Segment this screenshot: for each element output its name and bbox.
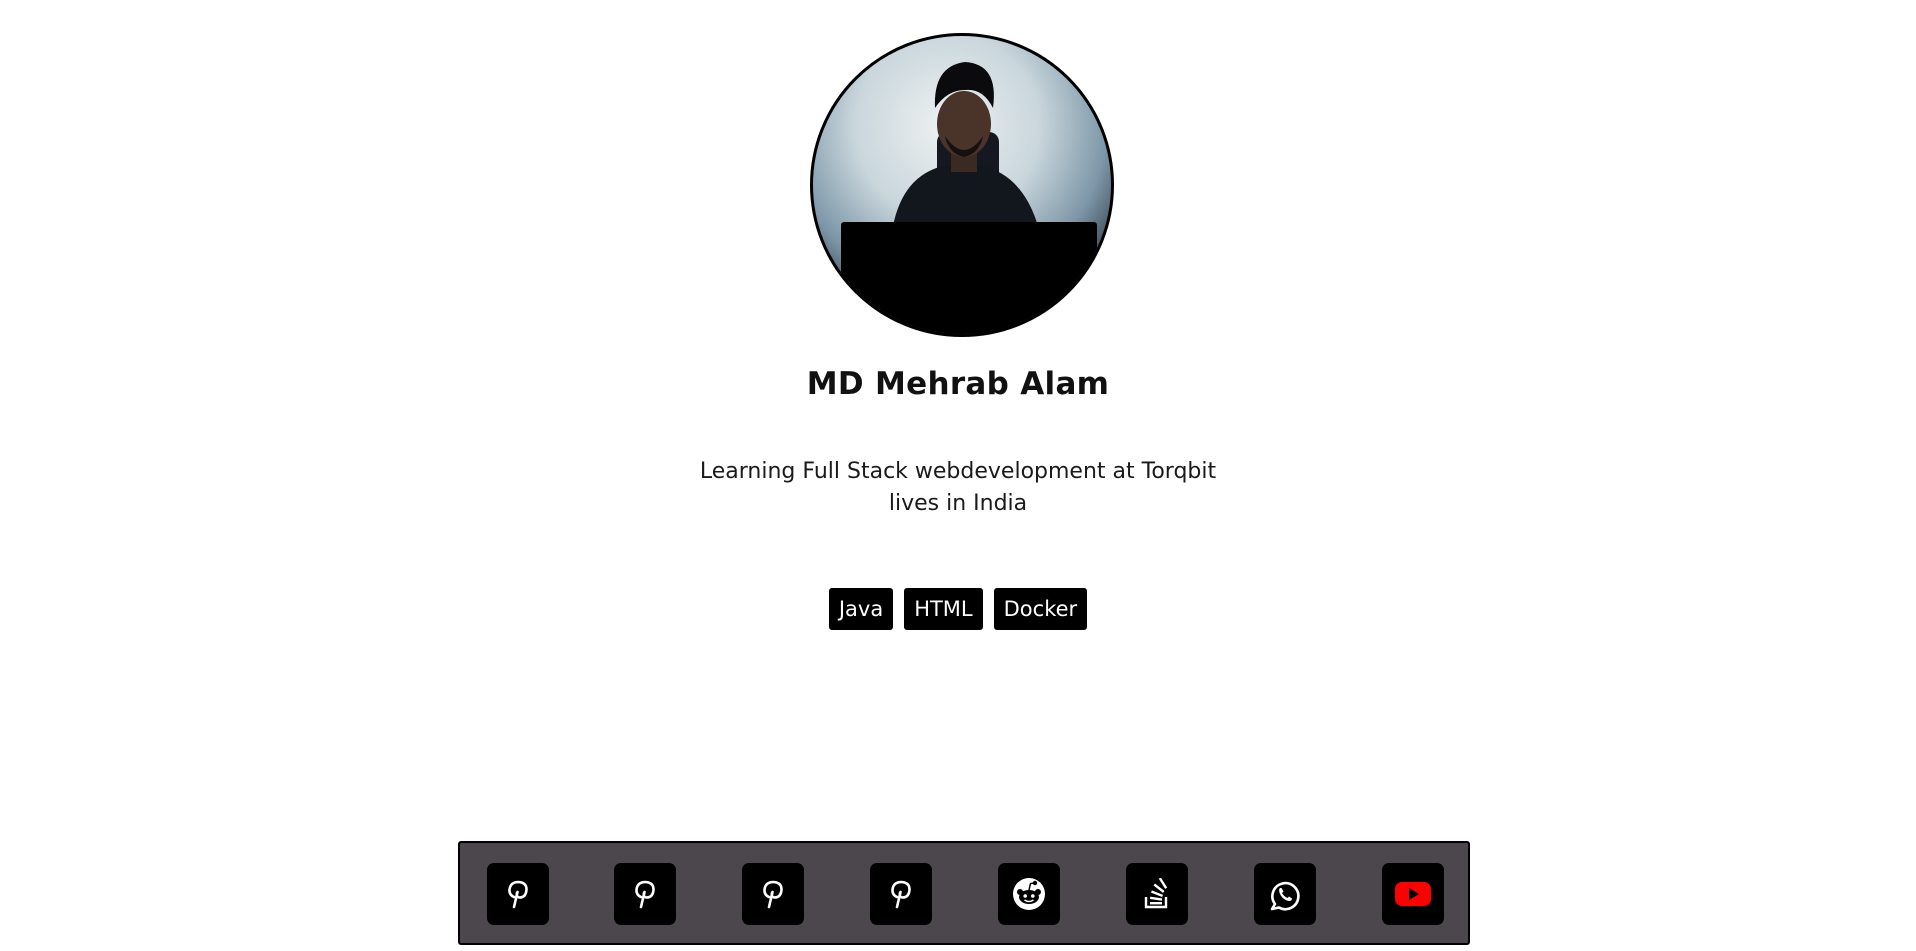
pinterest-link[interactable] bbox=[742, 863, 804, 925]
pinterest-link[interactable] bbox=[487, 863, 549, 925]
skill-tag-html: HTML bbox=[904, 588, 983, 630]
skill-tags: Java HTML Docker bbox=[0, 588, 1916, 630]
pinterest-link[interactable] bbox=[614, 863, 676, 925]
social-links-bar bbox=[458, 841, 1470, 945]
youtube-link[interactable] bbox=[1382, 863, 1444, 925]
profile-bio: Learning Full Stack webdevelopment at To… bbox=[0, 456, 1916, 520]
whatsapp-link[interactable] bbox=[1254, 863, 1316, 925]
stackoverflow-link[interactable] bbox=[1126, 863, 1188, 925]
profile-page: MD Mehrab Alam Learning Full Stack webde… bbox=[0, 0, 1916, 951]
skill-tag-docker: Docker bbox=[993, 588, 1088, 630]
avatar bbox=[810, 33, 1114, 337]
profile-photo bbox=[841, 62, 1097, 334]
pinterest-icon bbox=[635, 880, 655, 909]
reddit-link[interactable] bbox=[998, 863, 1060, 925]
skill-tag-java: Java bbox=[828, 588, 894, 630]
pinterest-icon bbox=[763, 880, 783, 909]
pinterest-link[interactable] bbox=[870, 863, 932, 925]
bio-line: Learning Full Stack webdevelopment at To… bbox=[699, 459, 1217, 484]
bio-line: lives in India bbox=[888, 491, 1028, 516]
whatsapp-icon bbox=[1270, 881, 1300, 911]
profile-name: MD Mehrab Alam bbox=[806, 366, 1110, 402]
pinterest-icon bbox=[891, 880, 911, 909]
stackoverflow-icon bbox=[1144, 878, 1168, 909]
pinterest-icon bbox=[508, 880, 528, 909]
reddit-icon bbox=[1013, 878, 1045, 910]
youtube-icon bbox=[1395, 882, 1431, 906]
